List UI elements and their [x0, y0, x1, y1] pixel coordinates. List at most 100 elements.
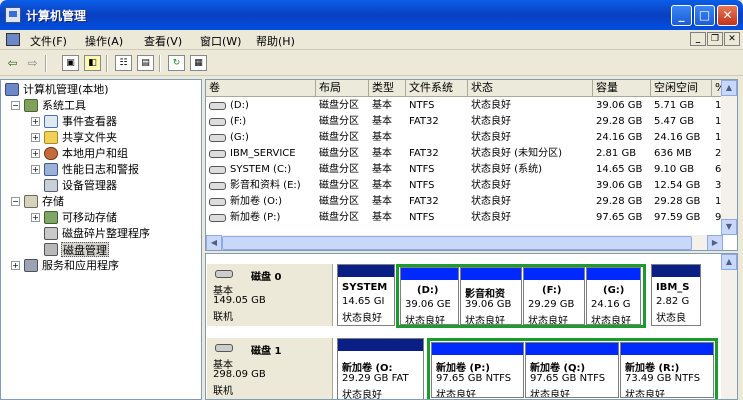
volume-layout: 磁盘分区 [319, 164, 359, 175]
column-header-filesystem[interactable]: 文件系统 [406, 80, 468, 97]
volume-capacity: 29.28 GB [596, 116, 643, 127]
expand-icon[interactable]: + [31, 133, 40, 142]
disk-name: 磁盘 0 [251, 272, 282, 283]
mdi-minimize-button[interactable]: _ [690, 32, 706, 46]
column-header-free-space[interactable]: 空闲空间 [651, 80, 712, 97]
partition-bar [652, 265, 700, 277]
partition-block[interactable]: SYSTEM 14.65 GI 状态良好 [337, 264, 395, 326]
disk-graphical-view: 磁盘 0 基本 149.05 GB 联机 SYSTEM 14.65 GI 状态良… [205, 253, 738, 400]
drive-icon [209, 166, 226, 174]
volume-layout: 磁盘分区 [319, 116, 359, 127]
menu-file[interactable]: 文件(F) [30, 33, 67, 49]
volume-name: 新加卷 (O:) [230, 196, 283, 207]
partition-block[interactable]: 新加卷 (O: 29.29 GB FAT 状态良好 [337, 338, 424, 400]
disk-0-label[interactable]: 磁盘 0 基本 149.05 GB 联机 [207, 264, 333, 326]
volume-capacity: 29.28 GB [596, 196, 643, 207]
volume-status: 状态良好 [471, 132, 511, 143]
volume-filesystem: NTFS [409, 100, 435, 111]
removable-storage-icon [44, 211, 58, 224]
graphical-view-scrollbar[interactable]: ▲ [721, 254, 737, 399]
column-header-volume[interactable]: 卷 [206, 80, 316, 97]
volume-row[interactable]: (F:) 磁盘分区 基本 FAT32 状态良好 29.28 GB 5.47 GB… [206, 114, 737, 130]
volume-row[interactable]: 新加卷 (O:) 磁盘分区 基本 FAT32 状态良好 29.28 GB 29.… [206, 194, 737, 210]
volume-row[interactable]: (D:) 磁盘分区 基本 NTFS 状态良好 39.06 GB 5.71 GB … [206, 98, 737, 114]
properties-icon[interactable]: ☷ [115, 55, 132, 71]
close-button[interactable]: ✕ [717, 5, 738, 26]
toolbar-separator [45, 55, 47, 72]
menu-help[interactable]: 帮助(H) [256, 33, 295, 49]
volume-type: 基本 [372, 116, 392, 127]
partition-name: SYSTEM [342, 282, 388, 293]
console-tree: 计算机管理(本地) − 系统工具 + 事件查看器 + 共享文件夹 + 本地用户和… [0, 79, 202, 400]
collapse-icon[interactable]: − [11, 101, 20, 110]
volume-type: 基本 [372, 100, 392, 111]
expand-icon[interactable]: + [11, 261, 20, 270]
event-viewer-icon [44, 115, 58, 128]
mmc-icon[interactable] [6, 33, 20, 46]
forward-button[interactable]: ⇨ [24, 55, 41, 71]
help-icon[interactable]: ▤ [137, 55, 154, 71]
menu-window[interactable]: 窗口(W) [200, 33, 241, 49]
volume-row[interactable]: (G:) 磁盘分区 基本 状态良好 24.16 GB 24.16 GB 1 [206, 130, 737, 146]
maximize-button[interactable]: □ [694, 5, 715, 26]
disk-size: 298.09 GB [213, 369, 266, 380]
up-level-icon[interactable]: ▣ [62, 55, 79, 71]
volume-name: (D:) [230, 100, 249, 111]
volume-free-space: 9.10 GB [654, 164, 695, 175]
expand-icon[interactable]: + [31, 165, 40, 174]
disk-name: 磁盘 1 [251, 346, 282, 357]
volume-list: 卷 布局 类型 文件系统 状态 容量 空闲空间 % (D:) 磁盘分区 基本 N… [205, 79, 738, 251]
mdi-close-button[interactable]: ✕ [724, 32, 740, 46]
volume-free-space: 12.54 GB [654, 180, 701, 191]
export-list-icon[interactable]: ▦ [190, 55, 207, 71]
volume-list-vertical-scrollbar[interactable]: ▲ ▼ [721, 80, 737, 235]
partition-status: 状态良好 [342, 390, 382, 400]
volume-row[interactable]: IBM_SERVICE 磁盘分区 基本 FAT32 状态良好 (未知分区) 2.… [206, 146, 737, 162]
show-hide-tree-icon[interactable]: ◧ [84, 55, 101, 71]
scroll-up-button[interactable]: ▲ [721, 254, 737, 270]
volume-list-horizontal-scrollbar[interactable]: ◀ ▶ [206, 235, 723, 250]
disk-management-icon [44, 243, 58, 256]
volume-row[interactable]: SYSTEM (C:) 磁盘分区 基本 NTFS 状态良好 (系统) 14.65… [206, 162, 737, 178]
volume-type: 基本 [372, 196, 392, 207]
volume-filesystem: NTFS [409, 212, 435, 223]
volume-free-space: 5.47 GB [654, 116, 695, 127]
column-header-capacity[interactable]: 容量 [593, 80, 651, 97]
refresh-icon[interactable]: ↻ [168, 55, 185, 71]
column-header-layout[interactable]: 布局 [316, 80, 369, 97]
folder-icon [44, 131, 58, 144]
scroll-thumb[interactable] [222, 236, 692, 250]
tree-node-label: 本地用户和组 [62, 147, 128, 160]
scroll-right-button[interactable]: ▶ [707, 235, 723, 250]
scroll-left-button[interactable]: ◀ [206, 235, 222, 250]
volume-type: 基本 [372, 164, 392, 175]
expand-icon[interactable]: + [31, 213, 40, 222]
partition-block[interactable]: IBM_S 2.82 G 状态良 [651, 264, 701, 326]
scroll-up-button[interactable]: ▲ [721, 80, 737, 96]
volume-layout: 磁盘分区 [319, 132, 359, 143]
expand-icon[interactable]: + [31, 117, 40, 126]
menu-action[interactable]: 操作(A) [85, 33, 123, 49]
partition-status: 状态良 [656, 313, 686, 324]
disk-1-label[interactable]: 磁盘 1 基本 298.09 GB 联机 [207, 338, 333, 399]
scroll-down-button[interactable]: ▼ [721, 219, 737, 235]
volume-free-space: 29.28 GB [654, 196, 701, 207]
expand-icon[interactable]: + [31, 149, 40, 158]
volume-row[interactable]: 影音和资料 (E:) 磁盘分区 基本 NTFS 状态良好 39.06 GB 12… [206, 178, 737, 194]
volume-name: 影音和资料 (E:) [230, 180, 301, 191]
volume-type: 基本 [372, 132, 392, 143]
partition-name: 新加卷 (O: [342, 363, 393, 374]
back-button[interactable]: ⇦ [4, 55, 21, 71]
volume-filesystem: FAT32 [409, 196, 439, 207]
mdi-restore-button[interactable]: ❐ [707, 32, 723, 46]
collapse-icon[interactable]: − [11, 197, 20, 206]
volume-layout: 磁盘分区 [319, 148, 359, 159]
computer-management-icon [5, 7, 21, 23]
minimize-button[interactable]: _ [671, 5, 692, 26]
title-bar[interactable]: 计算机管理 _ □ ✕ [0, 0, 743, 30]
column-header-status[interactable]: 状态 [468, 80, 593, 97]
column-header-type[interactable]: 类型 [369, 80, 406, 97]
volume-row[interactable]: 新加卷 (P:) 磁盘分区 基本 NTFS 状态良好 97.65 GB 97.5… [206, 210, 737, 226]
menu-view[interactable]: 查看(V) [144, 33, 182, 49]
volume-name: 新加卷 (P:) [230, 212, 281, 223]
